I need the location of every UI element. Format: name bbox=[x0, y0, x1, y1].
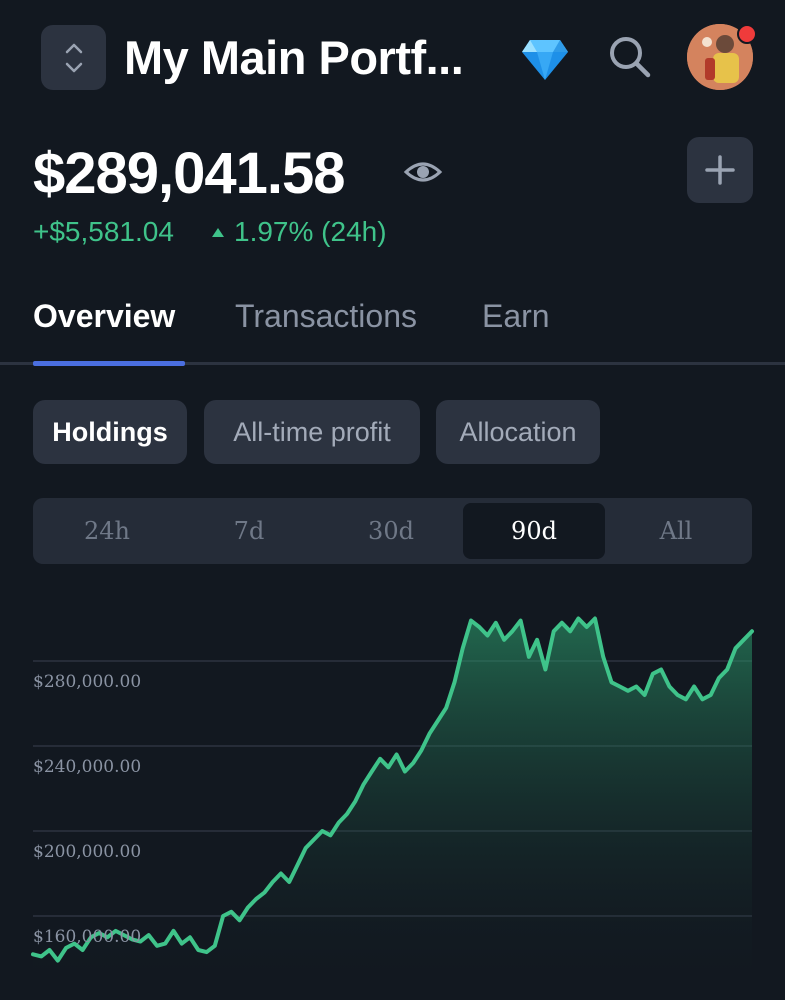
notification-dot bbox=[737, 24, 757, 44]
search-icon[interactable] bbox=[606, 33, 654, 81]
balance-change-amount: +$5,581.04 bbox=[33, 216, 174, 247]
tab-earn[interactable]: Earn bbox=[482, 298, 550, 335]
add-transaction-button[interactable] bbox=[687, 137, 753, 203]
range-7d[interactable]: 7d bbox=[178, 503, 320, 559]
portfolio-balance: $289,041.58 bbox=[33, 141, 346, 206]
chevron-up-down-icon bbox=[65, 43, 82, 72]
chart-y-tick-label: $240,000.00 bbox=[33, 757, 141, 777]
chip-holdings[interactable]: Holdings bbox=[33, 400, 187, 464]
up-arrow-icon bbox=[212, 227, 224, 237]
main-tabs: Overview Transactions Earn bbox=[0, 290, 785, 364]
time-range-selector: 24h 7d 30d 90d All bbox=[33, 498, 752, 564]
tab-transactions[interactable]: Transactions bbox=[235, 298, 417, 335]
eye-icon[interactable] bbox=[403, 152, 443, 192]
range-24h[interactable]: 24h bbox=[36, 503, 178, 559]
range-all[interactable]: All bbox=[605, 503, 747, 559]
balance-change-percent: 1.97% (24h) bbox=[212, 216, 387, 248]
header: My Main Portf... bbox=[0, 0, 785, 120]
chart-y-tick-label: $280,000.00 bbox=[33, 672, 141, 692]
range-30d[interactable]: 30d bbox=[320, 503, 462, 559]
range-90d[interactable]: 90d bbox=[463, 503, 605, 559]
tab-overview[interactable]: Overview bbox=[33, 298, 175, 335]
chart-y-axis-labels: $280,000.00 $240,000.00 $200,000.00 $160,00… bbox=[33, 672, 141, 947]
active-tab-indicator bbox=[33, 361, 185, 366]
chart-y-tick-label: $200,000.00 bbox=[33, 842, 141, 862]
chip-all-time-profit[interactable]: All-time profit bbox=[204, 400, 420, 464]
portfolio-switch-button[interactable] bbox=[41, 25, 106, 90]
chip-allocation[interactable]: Allocation bbox=[436, 400, 600, 464]
balance-change-percent-label: 1.97% (24h) bbox=[234, 216, 387, 247]
chart-y-tick-label: $160,000.00 bbox=[33, 927, 141, 947]
portfolio-title[interactable]: My Main Portf... bbox=[124, 30, 464, 85]
plus-icon bbox=[705, 155, 735, 185]
portfolio-chart[interactable]: $280,000.00 $240,000.00 $200,000.00 $160,00… bbox=[0, 580, 785, 1000]
diamond-icon[interactable] bbox=[520, 36, 570, 82]
